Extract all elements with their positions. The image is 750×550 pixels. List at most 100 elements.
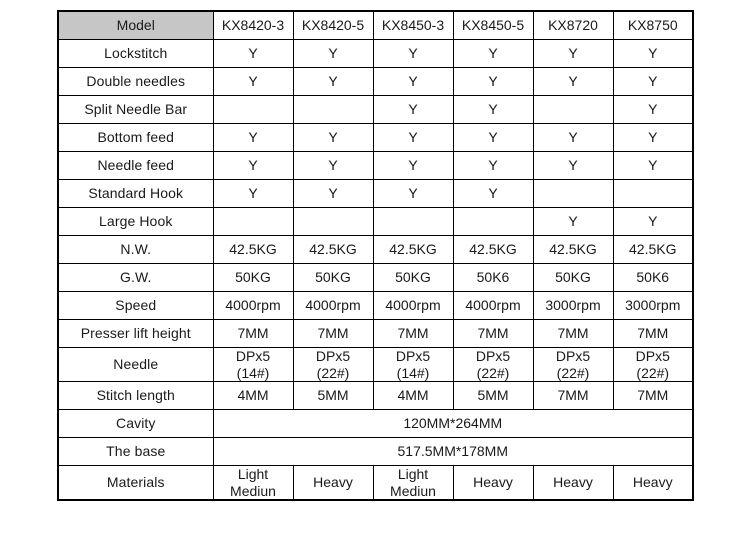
row-label-materials: Materials bbox=[57, 465, 214, 501]
cell-standard-hook-2: Y bbox=[292, 179, 374, 208]
row-label-presser-lift-height: Presser lift height bbox=[57, 319, 214, 348]
cell-nw-2: 42.5KG bbox=[292, 235, 374, 264]
cell-needle-4-line1: DPx5 bbox=[475, 348, 511, 364]
cell-split-needle-bar-5 bbox=[532, 95, 614, 124]
table-row: Cavity 120MM*264MM bbox=[57, 409, 694, 439]
cell-nw-4: 42.5KG bbox=[452, 235, 534, 264]
column-header-3: KX8450-3 bbox=[372, 10, 454, 40]
column-header-5: KX8720 bbox=[532, 10, 614, 40]
cell-double-needles-4: Y bbox=[452, 67, 534, 96]
table-row: Needle feed Y Y Y Y Y Y bbox=[57, 151, 694, 180]
cell-materials-4: Heavy bbox=[452, 465, 534, 501]
row-label-lockstitch: Lockstitch bbox=[57, 39, 214, 68]
cell-large-hook-2 bbox=[292, 207, 374, 236]
row-label-split-needle-bar: Split Needle Bar bbox=[57, 95, 214, 124]
table-row: Split Needle Bar Y Y Y bbox=[57, 95, 694, 124]
cell-split-needle-bar-3: Y bbox=[372, 95, 454, 124]
row-label-speed: Speed bbox=[57, 291, 214, 320]
cell-standard-hook-6 bbox=[612, 179, 694, 208]
cell-stitch-length-6: 7MM bbox=[612, 381, 694, 411]
row-label-gw: G.W. bbox=[57, 263, 214, 292]
table-row: The base 517.5MM*178MM bbox=[57, 437, 694, 467]
cell-bottom-feed-1: Y bbox=[212, 123, 294, 152]
cell-presser-lift-height-2: 7MM bbox=[292, 319, 374, 348]
table-row: Bottom feed Y Y Y Y Y Y bbox=[57, 123, 694, 152]
cell-needle-2-line2: (22#) bbox=[316, 364, 350, 381]
cell-materials-3: Light Mediun bbox=[372, 465, 454, 501]
cell-needle-feed-2: Y bbox=[292, 151, 374, 180]
cell-materials-1-line2: Mediun bbox=[230, 482, 276, 499]
row-label-bottom-feed: Bottom feed bbox=[57, 123, 214, 152]
cell-materials-6: Heavy bbox=[612, 465, 694, 501]
cell-large-hook-3 bbox=[372, 207, 454, 236]
cell-large-hook-1 bbox=[212, 207, 294, 236]
cell-standard-hook-3: Y bbox=[372, 179, 454, 208]
cell-needle-feed-1: Y bbox=[212, 151, 294, 180]
cell-stitch-length-5: 7MM bbox=[532, 381, 614, 411]
cell-nw-1: 42.5KG bbox=[212, 235, 294, 264]
cell-presser-lift-height-1: 7MM bbox=[212, 319, 294, 348]
cell-needle-1-line2: (14#) bbox=[236, 364, 270, 381]
cell-split-needle-bar-1 bbox=[212, 95, 294, 124]
cell-materials-1: Light Mediun bbox=[212, 465, 294, 501]
cell-materials-2: Heavy bbox=[292, 465, 374, 501]
row-label-large-hook: Large Hook bbox=[57, 207, 214, 236]
cell-gw-4: 50K6 bbox=[452, 263, 534, 292]
cell-the-base-span: 517.5MM*178MM bbox=[212, 437, 694, 467]
column-header-4: KX8450-5 bbox=[452, 10, 534, 40]
table-row: Presser lift height 7MM 7MM 7MM 7MM 7MM … bbox=[57, 319, 694, 348]
cell-needle-3-line2: (14#) bbox=[396, 364, 430, 381]
cell-gw-3: 50KG bbox=[372, 263, 454, 292]
cell-needle-feed-6: Y bbox=[612, 151, 694, 180]
cell-stitch-length-4: 5MM bbox=[452, 381, 534, 411]
cell-needle-feed-4: Y bbox=[452, 151, 534, 180]
cell-lockstitch-2: Y bbox=[292, 39, 374, 68]
cell-lockstitch-6: Y bbox=[612, 39, 694, 68]
cell-needle-4: DPx5 (22#) bbox=[452, 346, 534, 383]
cell-stitch-length-2: 5MM bbox=[292, 381, 374, 411]
cell-presser-lift-height-4: 7MM bbox=[452, 319, 534, 348]
cell-presser-lift-height-6: 7MM bbox=[612, 319, 694, 348]
cell-large-hook-6: Y bbox=[612, 207, 694, 236]
table-row: Lockstitch Y Y Y Y Y Y bbox=[57, 39, 694, 68]
row-label-needle: Needle bbox=[57, 346, 214, 383]
cell-lockstitch-3: Y bbox=[372, 39, 454, 68]
cell-bottom-feed-2: Y bbox=[292, 123, 374, 152]
cell-gw-2: 50KG bbox=[292, 263, 374, 292]
cell-nw-5: 42.5KG bbox=[532, 235, 614, 264]
row-label-double-needles: Double needles bbox=[57, 67, 214, 96]
cell-needle-5-line1: DPx5 bbox=[555, 348, 591, 364]
cell-needle-3: DPx5 (14#) bbox=[372, 346, 454, 383]
row-label-standard-hook: Standard Hook bbox=[57, 179, 214, 208]
table-row: G.W. 50KG 50KG 50KG 50K6 50KG 50K6 bbox=[57, 263, 694, 292]
table-row: Standard Hook Y Y Y Y bbox=[57, 179, 694, 208]
row-label-cavity: Cavity bbox=[57, 409, 214, 439]
cell-materials-3-line1: Light bbox=[397, 466, 429, 483]
cell-cavity-span: 120MM*264MM bbox=[212, 409, 694, 439]
table-header-row: Model KX8420-3 KX8420-5 KX8450-3 KX8450-… bbox=[57, 10, 694, 40]
cell-nw-6: 42.5KG bbox=[612, 235, 694, 264]
cell-speed-3: 4000rpm bbox=[372, 291, 454, 320]
cell-materials-4-line1: Heavy bbox=[473, 474, 513, 491]
row-label-nw: N.W. bbox=[57, 235, 214, 264]
cell-needle-5: DPx5 (22#) bbox=[532, 346, 614, 383]
cell-lockstitch-5: Y bbox=[532, 39, 614, 68]
cell-presser-lift-height-5: 7MM bbox=[532, 319, 614, 348]
cell-speed-4: 4000rpm bbox=[452, 291, 534, 320]
cell-speed-2: 4000rpm bbox=[292, 291, 374, 320]
cell-split-needle-bar-4: Y bbox=[452, 95, 534, 124]
column-header-2: KX8420-5 bbox=[292, 10, 374, 40]
cell-needle-2: DPx5 (22#) bbox=[292, 346, 374, 383]
cell-double-needles-3: Y bbox=[372, 67, 454, 96]
cell-speed-5: 3000rpm bbox=[532, 291, 614, 320]
cell-gw-6: 50K6 bbox=[612, 263, 694, 292]
table-row: Materials Light Mediun Heavy Light Mediun … bbox=[57, 465, 694, 501]
cell-materials-2-line1: Heavy bbox=[313, 474, 353, 491]
cell-materials-6-line1: Heavy bbox=[632, 474, 673, 491]
cell-materials-5-line1: Heavy bbox=[553, 474, 593, 491]
table-row: Needle DPx5 (14#) DPx5 (22#) DPx5 (14#) DPx… bbox=[57, 346, 694, 383]
cell-split-needle-bar-6: Y bbox=[612, 95, 694, 124]
cell-materials-5: Heavy bbox=[532, 465, 614, 501]
cell-large-hook-4 bbox=[452, 207, 534, 236]
cell-needle-6-line1: DPx5 bbox=[635, 348, 670, 364]
